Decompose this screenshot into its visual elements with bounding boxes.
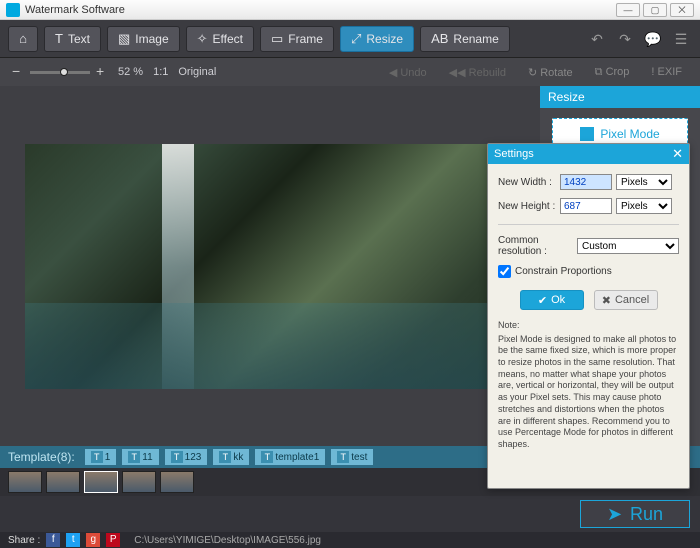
rebuild-action[interactable]: ◀◀ Rebuild xyxy=(443,66,512,79)
zoom-slider[interactable]: − + xyxy=(12,66,108,78)
share-label: Share : xyxy=(8,535,40,546)
app-icon xyxy=(6,3,20,17)
thumbnail[interactable] xyxy=(122,471,156,493)
image-icon: ▧ xyxy=(118,31,130,47)
crop-action[interactable]: ⧉ Crop xyxy=(589,66,636,79)
photo-preview[interactable] xyxy=(25,144,515,389)
twitter-icon[interactable]: t xyxy=(66,533,80,547)
common-resolution-label: Common resolution : xyxy=(498,235,573,257)
resize-icon: ⤢ xyxy=(351,31,361,47)
new-height-unit[interactable]: Pixels xyxy=(616,198,672,214)
frame-button[interactable]: ▭Frame xyxy=(260,26,334,52)
cancel-button[interactable]: ✖Cancel xyxy=(594,290,658,310)
thumbnail[interactable] xyxy=(160,471,194,493)
undo-action[interactable]: ◀ Undo xyxy=(383,66,433,79)
new-width-unit[interactable]: Pixels xyxy=(616,174,672,190)
run-icon: ➤ xyxy=(607,504,622,525)
template-item[interactable]: Ttest xyxy=(331,449,373,465)
thumbnail[interactable] xyxy=(84,471,118,493)
constrain-proportions-row: Constrain Proportions xyxy=(498,265,679,278)
minimize-button[interactable]: — xyxy=(616,3,640,17)
original-button[interactable]: Original xyxy=(178,66,216,78)
cancel-icon: ✖ xyxy=(602,294,611,307)
sub-toolbar: − + 52 % 1:1 Original ◀ Undo ◀◀ Rebuild … xyxy=(0,58,700,86)
text-button[interactable]: TText xyxy=(44,26,101,52)
zoom-value: 52 % xyxy=(118,66,143,78)
menu-icon[interactable]: ☰ xyxy=(670,28,692,50)
run-bar: ➤ Run xyxy=(0,496,700,532)
template-item[interactable]: Tkk xyxy=(213,449,249,465)
rotate-action[interactable]: ↻ Rotate xyxy=(522,66,579,79)
note-text: Note: Pixel Mode is designed to make all… xyxy=(498,320,679,451)
run-button[interactable]: ➤ Run xyxy=(580,500,690,528)
new-width-input[interactable] xyxy=(560,174,612,190)
common-resolution-select[interactable]: Custom xyxy=(577,238,679,254)
thumbnail[interactable] xyxy=(46,471,80,493)
pixel-mode-icon xyxy=(580,127,594,141)
window-titlebar: Watermark Software — ▢ ⨉ xyxy=(0,0,700,20)
zoom-out-icon[interactable]: − xyxy=(12,66,24,78)
template-item[interactable]: T1 xyxy=(85,449,117,465)
image-button[interactable]: ▧Image xyxy=(107,26,180,52)
check-icon: ✔ xyxy=(538,294,547,307)
home-button[interactable]: ⌂ xyxy=(8,26,38,52)
redo-icon[interactable]: ↷ xyxy=(614,28,636,50)
template-item[interactable]: Ttemplate1 xyxy=(255,449,325,465)
maximize-button[interactable]: ▢ xyxy=(643,3,667,17)
pinterest-icon[interactable]: P xyxy=(106,533,120,547)
window-title: Watermark Software xyxy=(25,4,125,16)
constrain-proportions-label: Constrain Proportions xyxy=(515,266,612,277)
side-panel-title: Resize xyxy=(540,86,700,108)
status-bar: Share : f t g P C:\Users\YIMIGE\Desktop\… xyxy=(0,532,700,548)
home-icon: ⌂ xyxy=(19,31,27,46)
rename-icon: AB xyxy=(431,31,448,46)
common-resolution-field: Common resolution : Custom xyxy=(498,235,679,257)
undo-icon[interactable]: ↶ xyxy=(586,28,608,50)
template-item[interactable]: T11 xyxy=(122,449,158,465)
zoom-in-icon[interactable]: + xyxy=(96,66,108,78)
effect-icon: ✧ xyxy=(197,31,208,47)
dialog-close-icon[interactable]: ✕ xyxy=(672,144,683,164)
thumbnail[interactable] xyxy=(8,471,42,493)
frame-icon: ▭ xyxy=(271,31,283,47)
googleplus-icon[interactable]: g xyxy=(86,533,100,547)
constrain-proportions-checkbox[interactable] xyxy=(498,265,511,278)
chat-icon[interactable]: 💬 xyxy=(642,28,664,50)
settings-dialog: Settings ✕ New Width : Pixels New Height… xyxy=(487,143,690,489)
template-label: Template(8): xyxy=(8,450,75,464)
dialog-title: Settings xyxy=(494,144,534,164)
file-path: C:\Users\YIMIGE\Desktop\IMAGE\556.jpg xyxy=(134,535,321,546)
main-toolbar: ⌂ TText ▧Image ✧Effect ▭Frame ⤢Resize AB… xyxy=(0,20,700,58)
rename-button[interactable]: ABRename xyxy=(420,26,510,52)
exif-action[interactable]: ! EXIF xyxy=(645,66,688,78)
new-width-field: New Width : Pixels xyxy=(498,174,679,190)
new-height-input[interactable] xyxy=(560,198,612,214)
facebook-icon[interactable]: f xyxy=(46,533,60,547)
new-width-label: New Width : xyxy=(498,177,556,188)
ok-button[interactable]: ✔Ok xyxy=(520,290,584,310)
template-item[interactable]: T123 xyxy=(165,449,208,465)
effect-button[interactable]: ✧Effect xyxy=(186,26,254,52)
ratio-button[interactable]: 1:1 xyxy=(153,66,168,78)
text-icon: T xyxy=(55,31,63,46)
new-height-field: New Height : Pixels xyxy=(498,198,679,214)
new-height-label: New Height : xyxy=(498,201,556,212)
resize-button[interactable]: ⤢Resize xyxy=(340,26,414,52)
canvas-area xyxy=(0,86,540,446)
close-button[interactable]: ⨉ xyxy=(670,3,694,17)
dialog-titlebar: Settings ✕ xyxy=(488,144,689,164)
